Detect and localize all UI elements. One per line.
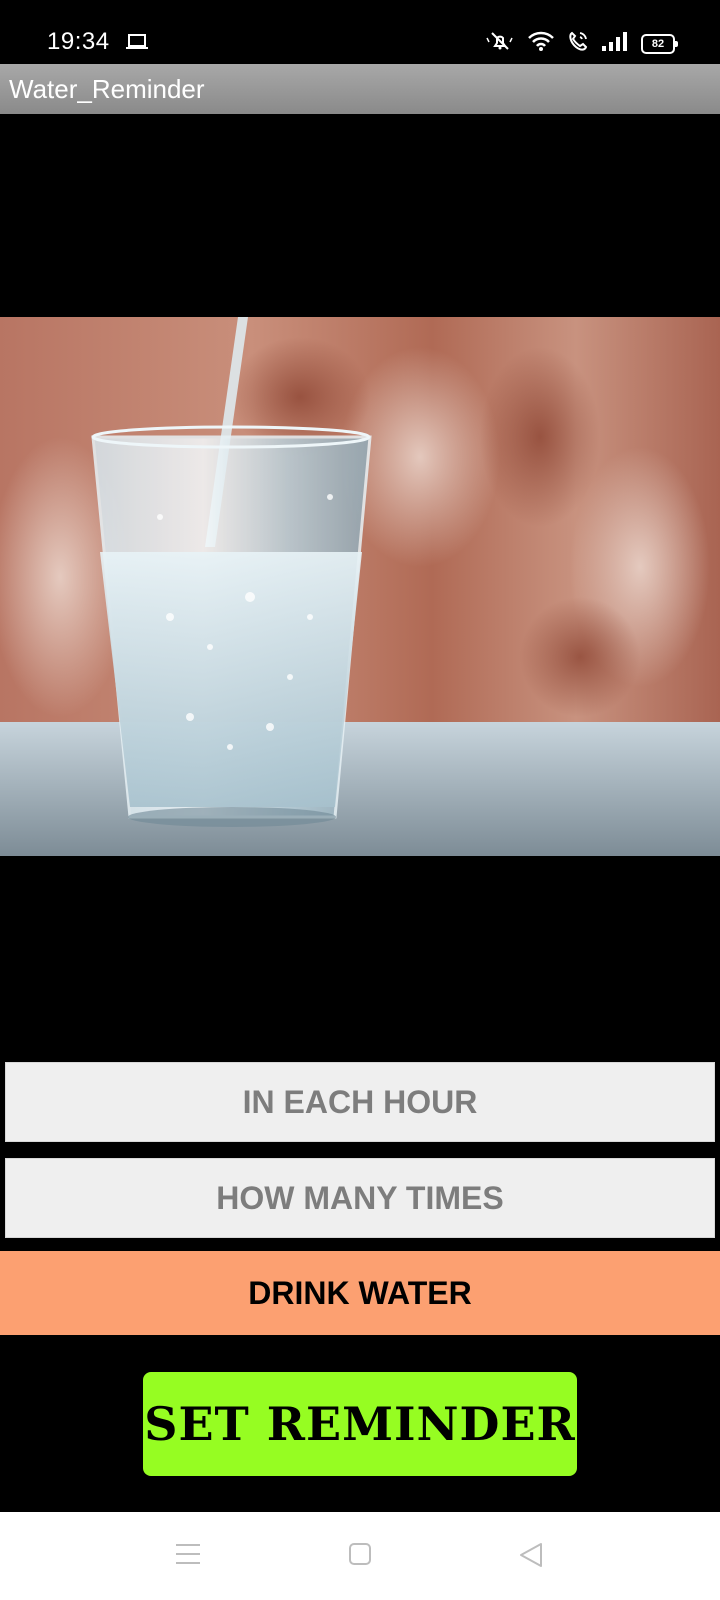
status-icons: 82 [485, 30, 678, 57]
app-title: Water_Reminder [9, 74, 205, 104]
status-time: 19:34 [47, 28, 110, 55]
times-count-input[interactable]: HOW MANY TIMES [5, 1158, 715, 1238]
laptop-icon [126, 34, 148, 55]
hour-interval-input[interactable]: IN EACH HOUR [5, 1062, 715, 1142]
battery-icon: 82 [641, 33, 678, 54]
signal-icon [601, 31, 629, 56]
wifi-icon [527, 30, 555, 57]
action-bar: Water_Reminder [0, 64, 720, 114]
navigation-bar [0, 1512, 720, 1600]
wifi-call-icon [567, 30, 589, 57]
silent-bell-icon [485, 30, 515, 57]
back-icon[interactable] [518, 1542, 544, 1573]
water-glass-image [0, 317, 720, 856]
home-icon[interactable] [348, 1542, 372, 1571]
app-screen: 19:34 82 Water_Reminder IN EACH HOUR HOW… [0, 0, 720, 1600]
drink-water-banner: DRINK WATER [0, 1251, 720, 1335]
set-reminder-button[interactable]: SET REMINDER [143, 1372, 577, 1476]
status-bar: 19:34 82 [0, 0, 720, 64]
menu-icon[interactable] [175, 1542, 201, 1571]
